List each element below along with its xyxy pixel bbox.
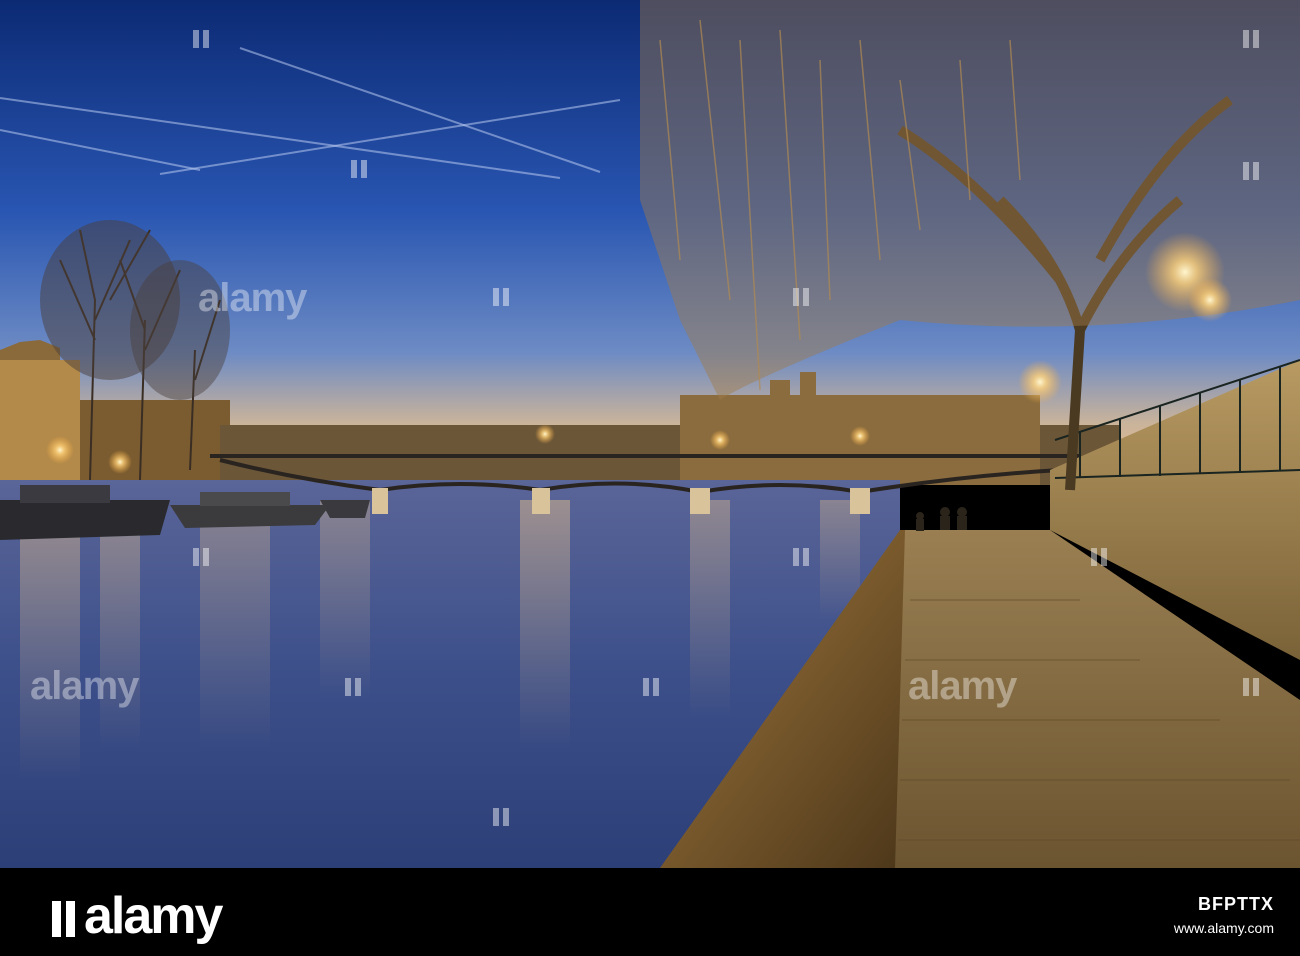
brand-logo: alamy [52,887,223,945]
alamy-logo-icon [490,286,512,308]
alamy-logo-icon [640,676,662,698]
alamy-logo-icon [1240,28,1262,50]
photo-scene [0,0,1300,868]
photo: alamy alamy alamy [0,0,1300,868]
alamy-logo-icon [190,28,212,50]
alamy-logo-icon [190,546,212,568]
alamy-logo-icon [490,806,512,828]
brand-name: alamy [84,887,223,945]
alamy-logo-icon [348,158,370,180]
people [916,507,967,531]
alamy-logo-icon [1240,160,1262,182]
alamy-logo-icon [1240,676,1262,698]
alamy-logo-icon [52,901,78,937]
alamy-logo-icon [342,676,364,698]
image-id: BFPTTX [1198,894,1274,914]
site-url: www.alamy.com [1173,920,1274,936]
alamy-logo-icon [790,546,812,568]
footer-bar: alamy BFPTTX www.alamy.com [0,868,1300,956]
alamy-logo-icon [1088,546,1110,568]
alamy-logo-icon [790,286,812,308]
